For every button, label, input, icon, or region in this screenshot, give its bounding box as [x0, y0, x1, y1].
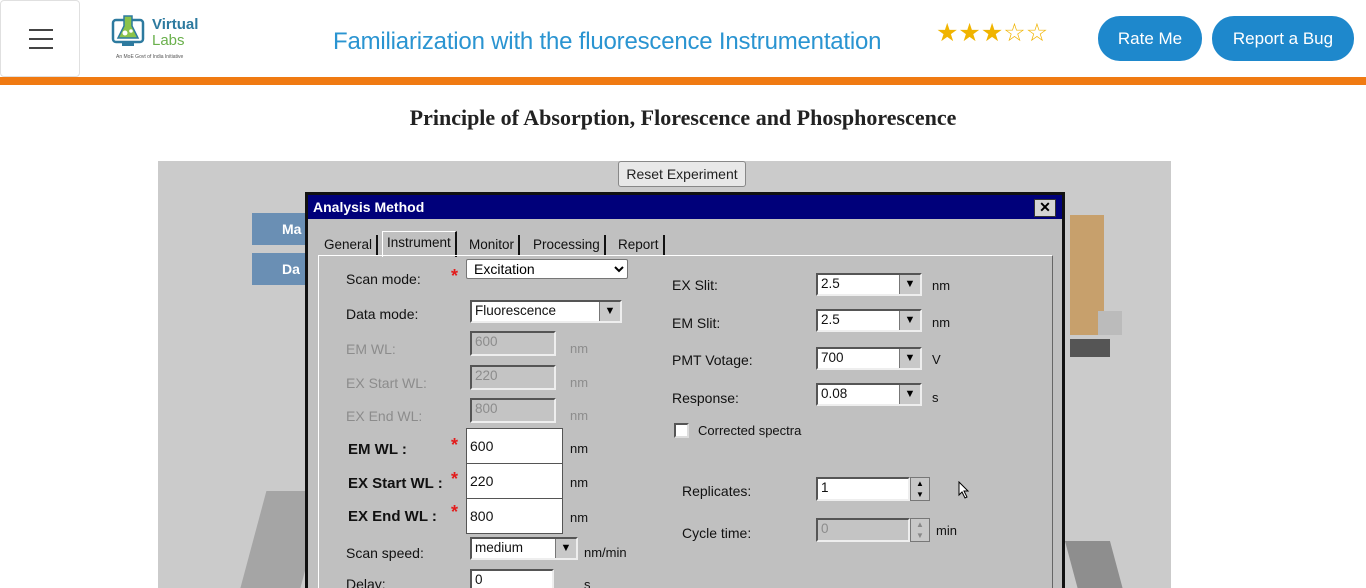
menu-line	[29, 38, 53, 40]
em-wl-readonly-unit: nm	[570, 341, 589, 356]
ex-start-unit: nm	[570, 475, 589, 490]
dialog-title: Analysis Method	[308, 195, 1062, 219]
response-label: Response:	[672, 390, 739, 406]
em-wl-readonly-field: 600	[470, 331, 556, 356]
top-navbar: Virtual Labs An MoE Govt of India Initia…	[0, 0, 1366, 77]
cycle-time-input: 0	[816, 518, 910, 542]
star-empty-icon[interactable]: ☆	[1026, 19, 1048, 47]
rate-me-button[interactable]: Rate Me	[1098, 16, 1202, 61]
lab-bench-base	[1070, 339, 1110, 357]
scan-speed-unit: nm/min	[584, 545, 627, 560]
tab-general[interactable]: General	[320, 235, 379, 255]
ex-slit-label: EX Slit:	[672, 277, 718, 293]
delay-input[interactable]: 0	[470, 569, 554, 588]
ex-start-readonly-field: 220	[470, 365, 556, 390]
simulation-canvas: Ma Da Analysis Method ✕ General Instrume…	[158, 161, 1171, 588]
em-wl-input[interactable]	[466, 428, 563, 464]
cycle-time-unit: min	[936, 523, 957, 538]
cycle-time-label: Cycle time:	[682, 525, 752, 541]
response-select[interactable]: 0.08	[816, 383, 922, 406]
response-unit: s	[932, 390, 939, 405]
delay-label: Delay:	[346, 576, 386, 588]
lab-bench-edge	[1098, 311, 1122, 335]
star-filled-icon[interactable]: ★	[958, 19, 980, 47]
cycle-time-spinner: ▲ ▼	[910, 518, 930, 542]
scan-mode-select[interactable]: Excitation	[466, 259, 628, 279]
hamburger-menu-icon[interactable]	[0, 0, 80, 77]
experiment-title: Familiarization with the fluorescence In…	[333, 28, 882, 55]
logo-tagline: An MoE Govt of India Initiative	[116, 54, 184, 60]
logo-text-labs: Labs	[152, 32, 185, 49]
em-slit-select[interactable]: 2.5	[816, 309, 922, 332]
menu-line	[29, 29, 53, 31]
ex-end-readonly-unit: nm	[570, 408, 589, 423]
tab-processing[interactable]: Processing	[529, 235, 606, 255]
tab-report[interactable]: Report	[614, 235, 665, 255]
ex-start-label: EX Start WL :	[348, 475, 443, 492]
em-slit-label: EM Slit:	[672, 315, 721, 331]
delay-unit: s	[584, 577, 591, 588]
replicates-input[interactable]: 1	[816, 477, 910, 501]
side-button-da[interactable]: Da	[252, 253, 312, 285]
ex-end-readonly-label: EX End WL:	[346, 408, 423, 424]
em-slit-unit: nm	[932, 315, 951, 330]
ex-slit-select[interactable]: 2.5	[816, 273, 922, 296]
replicates-label: Replicates:	[682, 483, 752, 499]
required-mark: *	[451, 435, 459, 455]
logo-text-virtual: Virtual	[152, 16, 199, 33]
star-filled-icon[interactable]: ★	[981, 19, 1003, 47]
corrected-spectra-label: Corrected spectra	[698, 423, 802, 438]
mouse-pointer-icon	[958, 480, 970, 504]
menu-line	[29, 47, 53, 49]
ex-end-label: EX End WL :	[348, 508, 437, 525]
ex-end-unit: nm	[570, 510, 589, 525]
ex-slit-unit: nm	[932, 278, 951, 293]
scan-mode-label: Scan mode:	[346, 271, 421, 287]
ex-start-readonly-unit: nm	[570, 375, 589, 390]
reset-experiment-button[interactable]: Reset Experiment	[618, 161, 746, 187]
data-mode-select[interactable]: Fluorescence	[470, 300, 622, 323]
star-rating[interactable]: ★★★☆☆	[936, 20, 1048, 46]
ex-end-input[interactable]	[466, 498, 563, 534]
tab-instrument[interactable]: Instrument	[382, 231, 457, 257]
tab-monitor[interactable]: Monitor	[465, 235, 521, 255]
scan-speed-label: Scan speed:	[346, 545, 424, 561]
lab-floor-right	[1064, 541, 1127, 588]
required-mark: *	[451, 469, 459, 489]
required-mark: *	[451, 266, 459, 286]
em-wl-label: EM WL :	[348, 441, 407, 458]
report-bug-button[interactable]: Report a Bug	[1212, 16, 1354, 61]
scan-speed-select[interactable]: medium	[470, 537, 578, 560]
em-wl-unit: nm	[570, 441, 589, 456]
replicates-spinner[interactable]: ▲ ▼	[910, 477, 930, 501]
corrected-spectra-checkbox[interactable]	[674, 423, 689, 438]
flask-logo-icon	[111, 15, 145, 46]
header-divider	[0, 77, 1366, 85]
star-filled-icon[interactable]: ★	[936, 19, 958, 47]
analysis-method-dialog: Analysis Method ✕ General Instrument Mon…	[305, 192, 1065, 588]
required-mark: *	[451, 502, 459, 522]
close-icon[interactable]: ✕	[1034, 199, 1056, 217]
ex-start-input[interactable]	[466, 463, 563, 499]
virtual-labs-logo[interactable]: Virtual Labs An MoE Govt of India Initia…	[110, 12, 210, 64]
data-mode-label: Data mode:	[346, 306, 419, 322]
pmt-voltage-select[interactable]: 700	[816, 347, 922, 370]
ex-start-readonly-label: EX Start WL:	[346, 375, 427, 391]
page-title: Principle of Absorption, Florescence and…	[409, 105, 957, 130]
em-wl-readonly-label: EM WL:	[346, 341, 396, 357]
ex-end-readonly-field: 800	[470, 398, 556, 423]
side-button-ma[interactable]: Ma	[252, 213, 312, 245]
pmt-voltage-unit: V	[932, 352, 941, 367]
pmt-voltage-label: PMT Votage:	[672, 352, 753, 368]
star-empty-icon[interactable]: ☆	[1003, 19, 1025, 47]
